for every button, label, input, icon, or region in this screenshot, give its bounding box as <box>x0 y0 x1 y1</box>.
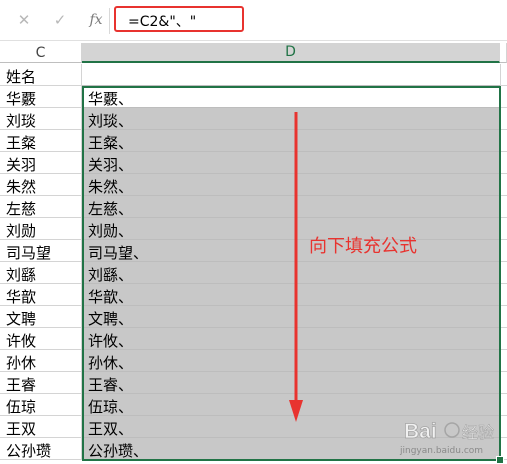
cell-e[interactable] <box>500 328 507 350</box>
cell-c[interactable]: 刘繇 <box>0 262 82 284</box>
table-row: 华覈 华覈、 <box>0 86 507 108</box>
insert-function-icon[interactable]: fx <box>86 10 106 30</box>
cell-e[interactable] <box>500 64 507 86</box>
cell-c[interactable]: 王双 <box>0 416 82 438</box>
table-row: 关羽 关羽、 <box>0 152 507 174</box>
cell-e[interactable] <box>500 174 507 196</box>
cell-e[interactable] <box>500 284 507 306</box>
cell-c[interactable]: 左慈 <box>0 196 82 218</box>
formula-bar-border <box>0 40 507 41</box>
cell-c[interactable]: 华歆 <box>0 284 82 306</box>
cell-c[interactable]: 刘琰 <box>0 108 82 130</box>
cell-e[interactable] <box>500 130 507 152</box>
down-arrow-annotation <box>289 112 303 422</box>
cell-e[interactable] <box>500 218 507 240</box>
cell-c[interactable]: 王睿 <box>0 372 82 394</box>
table-row: 刘繇 刘繇、 <box>0 262 507 284</box>
table-row: 姓名 <box>0 64 507 86</box>
cell-c[interactable]: 华覈 <box>0 86 82 108</box>
table-row: 王粲 王粲、 <box>0 130 507 152</box>
formula-input[interactable]: =C2&"、" <box>114 6 244 32</box>
cell-c[interactable]: 关羽 <box>0 152 82 174</box>
cell-c[interactable]: 姓名 <box>0 64 82 86</box>
svg-text:经验: 经验 <box>462 423 494 442</box>
cell-c[interactable]: 文聘 <box>0 306 82 328</box>
table-row: 王睿 王睿、 <box>0 372 507 394</box>
cell-e[interactable] <box>500 372 507 394</box>
table-row: 刘琰 刘琰、 <box>0 108 507 130</box>
cell-e[interactable] <box>500 152 507 174</box>
cell-c[interactable]: 公孙瓒 <box>0 438 82 460</box>
watermark-url: jingyan.baidu.com <box>400 446 484 456</box>
cell-d[interactable] <box>82 64 500 86</box>
cell-e[interactable] <box>500 306 507 328</box>
annotation-text: 向下填充公式 <box>309 236 417 257</box>
table-row: 司马望 司马望、 <box>0 240 507 262</box>
formula-bar-divider <box>109 8 110 34</box>
cell-e[interactable] <box>500 196 507 218</box>
cell-c[interactable]: 王粲 <box>0 130 82 152</box>
formula-bar: ✕ ✓ fx =C2&"、" <box>0 0 507 41</box>
column-header-c[interactable]: C <box>0 43 82 63</box>
table-row: 朱然 朱然、 <box>0 174 507 196</box>
cell-e[interactable] <box>500 350 507 372</box>
cell-e[interactable] <box>500 108 507 130</box>
cell-c[interactable]: 朱然 <box>0 174 82 196</box>
cell-c[interactable]: 伍琼 <box>0 394 82 416</box>
svg-text:Bai: Bai <box>404 420 437 443</box>
table-row: 华歆 华歆、 <box>0 284 507 306</box>
table-row: 刘勋 刘勋、 <box>0 218 507 240</box>
cell-e[interactable] <box>500 240 507 262</box>
column-header-e[interactable] <box>500 43 507 63</box>
table-row: 孙休 孙休、 <box>0 350 507 372</box>
cell-d[interactable]: 华覈、 <box>82 86 500 108</box>
table-row: 文聘 文聘、 <box>0 306 507 328</box>
cell-c[interactable]: 司马望 <box>0 240 82 262</box>
cell-c[interactable]: 孙休 <box>0 350 82 372</box>
enter-icon[interactable]: ✓ <box>50 10 70 30</box>
table-row: 许攸 许攸、 <box>0 328 507 350</box>
column-header-d[interactable]: D <box>82 43 500 63</box>
cell-e[interactable] <box>500 86 507 108</box>
table-row: 左慈 左慈、 <box>0 196 507 218</box>
cell-c[interactable]: 刘勋 <box>0 218 82 240</box>
cancel-icon[interactable]: ✕ <box>14 10 34 30</box>
cell-e[interactable] <box>500 262 507 284</box>
cell-c[interactable]: 许攸 <box>0 328 82 350</box>
